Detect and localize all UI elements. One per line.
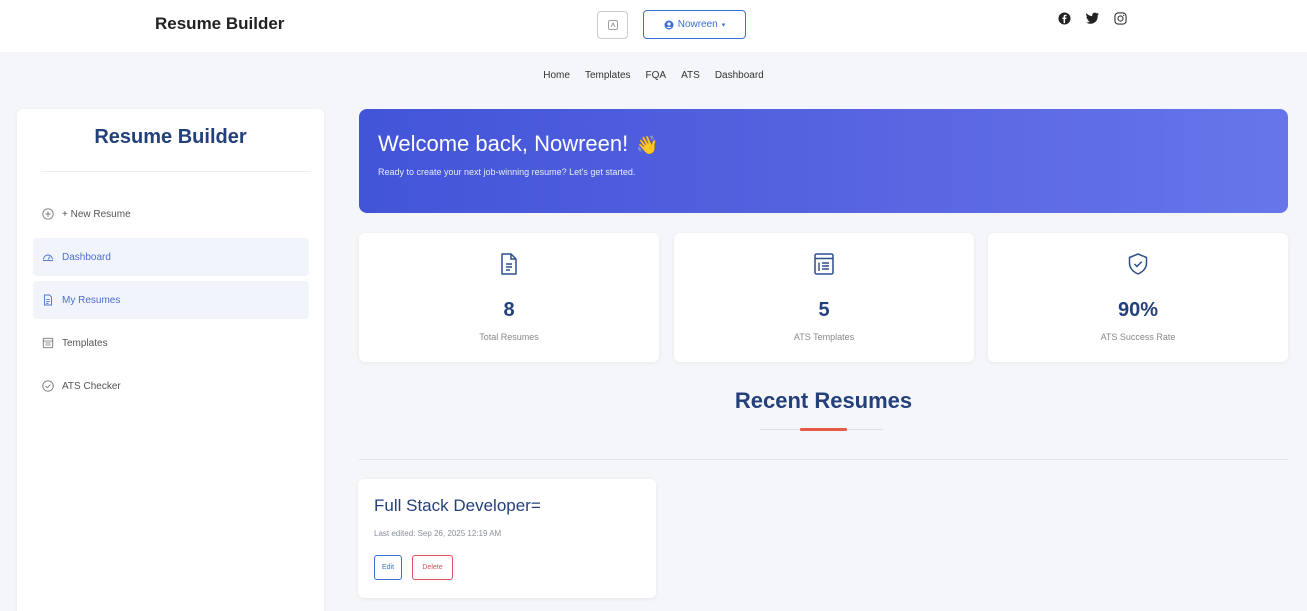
welcome-subtitle: Ready to create your next job-winning re…	[378, 167, 636, 177]
resume-card[interactable]: Full Stack Developer= Last edited: Sep 2…	[358, 479, 656, 598]
stat-value: 8	[503, 299, 515, 321]
file-icon	[359, 253, 659, 275]
chevron-down-icon: ▾	[721, 21, 726, 29]
theme-toggle-icon	[607, 20, 618, 30]
section-divider	[359, 459, 1288, 460]
stat-card-ats-templates: 5 ATS Templates	[674, 233, 974, 362]
check-circle-icon	[42, 380, 54, 392]
user-circle-icon	[664, 20, 674, 29]
nav-link-fqa[interactable]: FQA	[646, 70, 667, 81]
template-icon	[42, 337, 54, 349]
sidebar-divider	[41, 171, 311, 172]
nav-link-ats[interactable]: ATS	[681, 70, 700, 81]
nav-link-templates[interactable]: Templates	[585, 70, 631, 81]
theme-toggle-button[interactable]	[597, 11, 628, 39]
sidebar-item-label: ATS Checker	[62, 380, 121, 392]
sidebar-title: Resume Builder	[94, 126, 247, 148]
sidebar-item-label: Templates	[62, 337, 108, 349]
plus-circle-icon	[42, 208, 54, 220]
sidebar-item-dashboard[interactable]: Dashboard	[33, 238, 309, 276]
sidebar-item-templates[interactable]: Templates	[33, 324, 309, 362]
recent-resumes-title: Recent Resumes	[734, 388, 913, 413]
shield-check-icon	[988, 253, 1288, 275]
top-header: Resume Builder Nowreen ▾	[0, 0, 1307, 52]
instagram-icon[interactable]	[1113, 11, 1127, 25]
welcome-banner: Welcome back, Nowreen! 👋 Ready to create …	[359, 109, 1288, 213]
social-links	[1057, 11, 1127, 25]
stat-value: 5	[818, 299, 830, 321]
sidebar: Resume Builder + New Resume Dashboard My…	[17, 109, 324, 611]
sidebar-item-label: My Resumes	[62, 294, 121, 306]
resume-card-last-edited: Last edited: Sep 26, 2025 12:19 AM	[374, 529, 502, 538]
waving-hand-icon: 👋	[636, 135, 659, 155]
edit-button[interactable]: Edit	[374, 555, 402, 580]
welcome-title-text: Welcome back, Nowreen!	[378, 131, 629, 156]
facebook-icon[interactable]	[1057, 11, 1071, 25]
twitter-icon[interactable]	[1085, 11, 1099, 25]
sidebar-item-my-resumes[interactable]: My Resumes	[33, 281, 309, 319]
document-icon	[42, 294, 54, 306]
user-menu-label: Nowreen	[677, 19, 718, 30]
template-list-icon	[674, 253, 974, 275]
stat-label: Total Resumes	[479, 332, 539, 342]
sidebar-item-label: Dashboard	[62, 251, 111, 263]
nav-link-dashboard[interactable]: Dashboard	[715, 70, 764, 81]
sidebar-item-new-resume[interactable]: + New Resume	[33, 195, 309, 233]
nav-link-home[interactable]: Home	[543, 70, 570, 81]
main-nav: Home Templates FQA ATS Dashboard	[0, 52, 1307, 98]
stat-label: ATS Success Rate	[1100, 332, 1176, 342]
dashboard-icon	[42, 251, 54, 263]
stat-label: ATS Templates	[793, 332, 855, 342]
welcome-title: Welcome back, Nowreen! 👋	[378, 131, 659, 157]
stat-card-ats-success-rate: 90% ATS Success Rate	[988, 233, 1288, 362]
title-underline-accent	[800, 428, 847, 431]
stat-card-total-resumes: 8 Total Resumes	[359, 233, 659, 362]
brand-title[interactable]: Resume Builder	[155, 14, 284, 34]
sidebar-item-label: + New Resume	[62, 208, 131, 220]
delete-button[interactable]: Delete	[412, 555, 453, 580]
resume-card-title[interactable]: Full Stack Developer=	[374, 496, 541, 516]
sidebar-item-ats-checker[interactable]: ATS Checker	[33, 367, 309, 405]
user-menu-button[interactable]: Nowreen ▾	[643, 10, 746, 39]
stat-value: 90%	[1117, 299, 1159, 321]
